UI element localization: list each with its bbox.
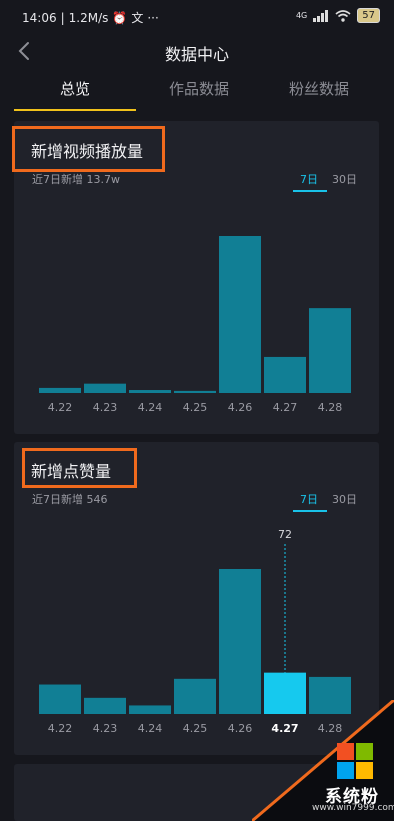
tab-active-indicator — [14, 109, 136, 111]
bar[interactable] — [309, 308, 351, 393]
bar[interactable] — [129, 390, 171, 393]
data-label: 72 — [278, 528, 292, 541]
watermark-url: www.win7999.com — [312, 803, 394, 813]
status-speed: 1.2M/s — [68, 10, 109, 25]
x-tick-label: 4.22 — [48, 401, 73, 414]
range-tab-30d[interactable]: 30日 — [332, 171, 357, 187]
card-title: 新增点赞量 — [31, 462, 112, 481]
x-tick-label: 4.22 — [48, 722, 73, 735]
range-tab-7d[interactable]: 7日 — [300, 491, 318, 507]
notification-icon: 文 — [131, 11, 144, 25]
bar[interactable] — [219, 236, 261, 393]
x-tick-label: 4.27 — [273, 401, 298, 414]
bar[interactable] — [264, 356, 306, 393]
card-video-views: 新增视频播放量 近7日新增 13.7w 7日 30日 4.22 4.23 4.24 4… — [12, 121, 379, 434]
tab-overview[interactable]: 总览 — [14, 78, 136, 110]
signal-icon — [313, 9, 329, 22]
bar[interactable] — [39, 387, 81, 393]
windows-logo-icon — [337, 743, 373, 779]
more-icon: ··· — [147, 10, 159, 25]
card-title: 新增视频播放量 — [31, 142, 144, 161]
bar[interactable] — [174, 678, 216, 714]
status-bar: 14:06 | 1.2M/s ⏰ 文 ··· 4G 57 — [0, 0, 394, 32]
range-indicator — [293, 190, 327, 192]
bar[interactable] — [84, 697, 126, 714]
tab-works-data[interactable]: 作品数据 — [140, 78, 258, 110]
x-tick-label: 4.24 — [138, 401, 163, 414]
status-left: 14:06 | 1.2M/s ⏰ 文 ··· — [22, 9, 159, 26]
wifi-icon — [335, 9, 351, 22]
bar[interactable] — [129, 705, 171, 714]
status-time: 14:06 — [22, 10, 57, 25]
range-tab-7d[interactable]: 7日 — [300, 171, 318, 187]
range-indicator — [293, 510, 327, 512]
bar[interactable] — [219, 569, 261, 714]
x-tick-label: 4.26 — [228, 722, 253, 735]
x-tick-label: 4.28 — [318, 401, 343, 414]
x-tick-label: 4.23 — [93, 722, 118, 735]
page-title: 数据中心 — [164, 45, 229, 64]
bar[interactable] — [84, 383, 126, 393]
chart-video-views: 4.22 4.23 4.24 4.25 4.26 4.27 4.28 — [39, 236, 351, 414]
tab-bar: 总览 作品数据 粉丝数据 — [0, 78, 394, 112]
x-tick-label: 4.25 — [183, 722, 208, 735]
battery-icon: 57 — [357, 8, 380, 23]
status-right: 4G 57 — [296, 8, 380, 23]
range-tab-30d[interactable]: 30日 — [332, 491, 357, 507]
x-tick-label: 4.26 — [228, 401, 253, 414]
alarm-icon: ⏰ — [112, 10, 128, 25]
card-subtitle: 近7日新增 13.7w — [32, 173, 120, 186]
x-tick-label: 4.23 — [93, 401, 118, 414]
status-divider: | — [60, 10, 65, 25]
network-label: 4G — [295, 11, 308, 20]
bar[interactable] — [39, 684, 81, 714]
card-subtitle: 近7日新增 546 — [32, 493, 108, 506]
x-tick-label: 4.25 — [183, 401, 208, 414]
x-tick-label: 4.24 — [138, 722, 163, 735]
nav-bar: 数据中心 — [0, 32, 394, 72]
bar[interactable] — [174, 390, 216, 393]
tab-fans-data[interactable]: 粉丝数据 — [258, 78, 380, 110]
